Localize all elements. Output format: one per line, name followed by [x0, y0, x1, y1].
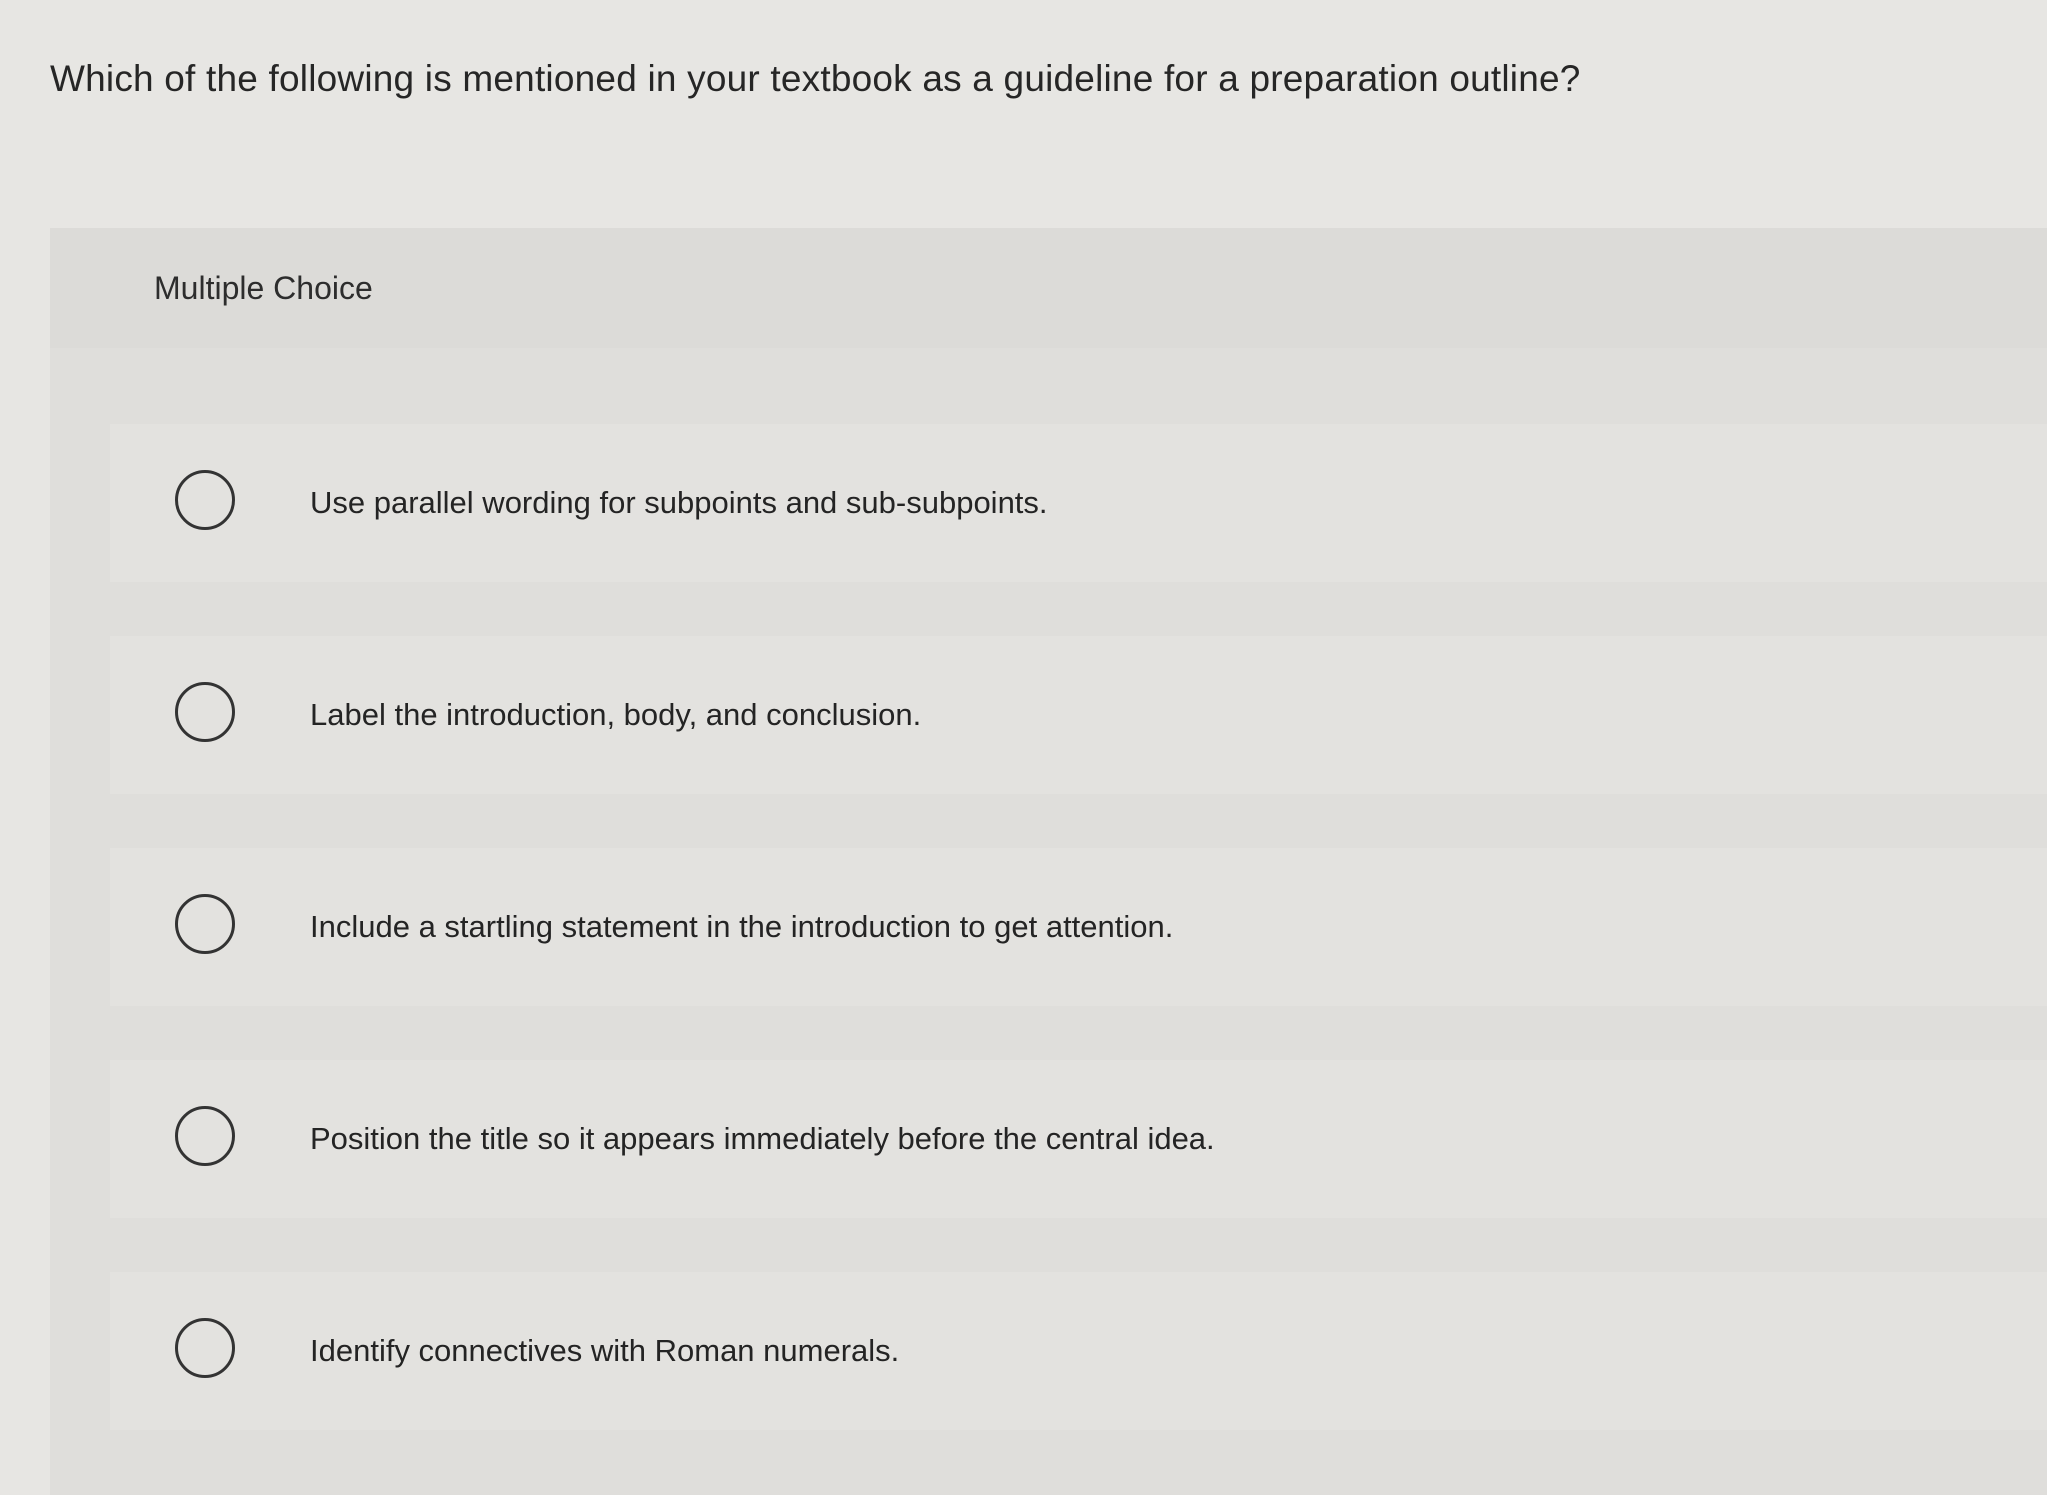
panel-header: Multiple Choice	[50, 228, 2047, 348]
answer-option-label: Position the title so it appears immedia…	[310, 1121, 1215, 1156]
answer-option-2[interactable]: Label the introduction, body, and conclu…	[110, 636, 2047, 794]
answer-option-label: Use parallel wording for subpoints and s…	[310, 485, 1048, 520]
radio-button-1[interactable]	[175, 470, 235, 530]
question-type-label: Multiple Choice	[154, 270, 373, 306]
radio-button-5[interactable]	[175, 1318, 235, 1378]
answer-option-label: Label the introduction, body, and conclu…	[310, 697, 922, 732]
answer-option-3[interactable]: Include a startling statement in the int…	[110, 848, 2047, 1006]
answer-option-5[interactable]: Identify connectives with Roman numerals…	[110, 1272, 2047, 1430]
radio-button-2[interactable]	[175, 682, 235, 742]
radio-button-4[interactable]	[175, 1106, 235, 1166]
answer-option-label: Include a startling statement in the int…	[310, 909, 1174, 944]
answer-option-1[interactable]: Use parallel wording for subpoints and s…	[110, 424, 2047, 582]
answer-option-label: Identify connectives with Roman numerals…	[310, 1333, 900, 1368]
question-text: Which of the following is mentioned in y…	[50, 58, 1581, 99]
answer-options: Use parallel wording for subpoints and s…	[110, 424, 2047, 1484]
answer-option-4[interactable]: Position the title so it appears immedia…	[110, 1060, 2047, 1218]
answer-panel: Multiple Choice Use parallel wording for…	[50, 228, 2047, 1495]
radio-button-3[interactable]	[175, 894, 235, 954]
